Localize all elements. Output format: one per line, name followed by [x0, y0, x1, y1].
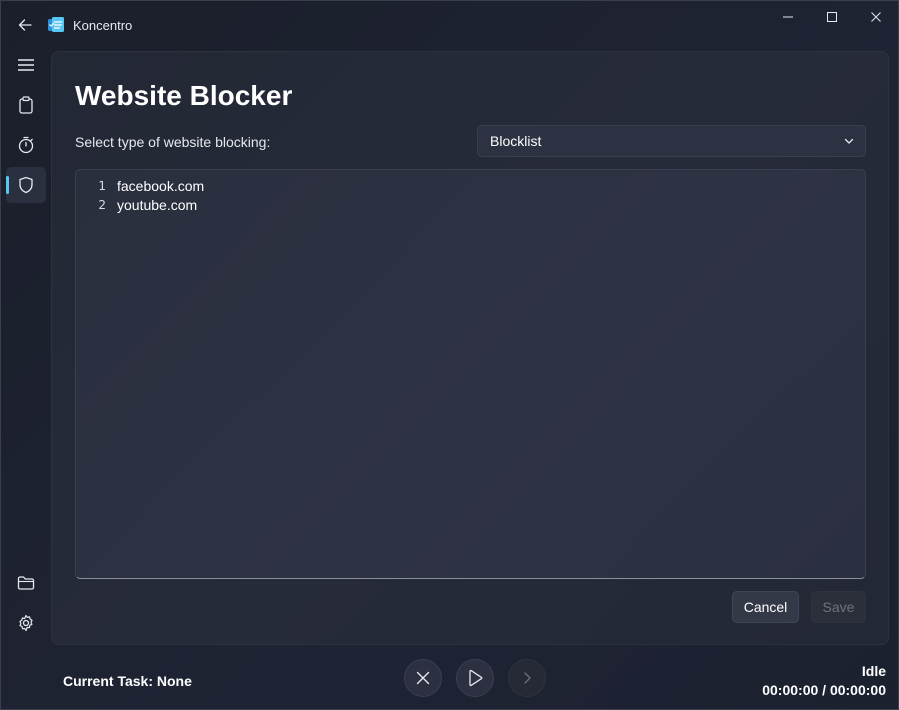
stopwatch-icon [18, 136, 34, 154]
blocking-type-value: Blocklist [490, 133, 542, 149]
line-text: youtube.com [117, 197, 198, 213]
close-icon [416, 671, 430, 685]
nav-menu-button[interactable] [6, 47, 46, 83]
timer-readout: 00:00:00 / 00:00:00 [762, 682, 886, 698]
title-bar: Koncentro [1, 1, 898, 49]
nav-item-workspaces[interactable] [6, 565, 46, 601]
chevron-right-icon [524, 672, 531, 684]
content-card: Website Blocker Select type of website b… [51, 51, 889, 645]
minimize-icon [783, 16, 793, 18]
skip-button[interactable] [508, 659, 546, 697]
play-icon [469, 669, 483, 687]
current-task-label: Current Task: None [63, 673, 192, 689]
nav-item-tasks[interactable] [6, 87, 46, 123]
cancel-button[interactable]: Cancel [732, 591, 799, 623]
maximize-icon [827, 12, 837, 22]
stop-button[interactable] [404, 659, 442, 697]
shield-icon [19, 176, 33, 194]
blocking-type-dropdown[interactable]: Blocklist [477, 125, 866, 157]
nav-item-website-blocker[interactable] [6, 167, 46, 203]
back-button[interactable] [11, 11, 39, 39]
save-button[interactable]: Save [811, 591, 866, 623]
close-button[interactable] [853, 1, 899, 33]
close-icon [871, 12, 881, 22]
play-button[interactable] [456, 659, 494, 697]
nav-item-timer[interactable] [6, 127, 46, 163]
app-logo-icon [48, 17, 64, 32]
page-title: Website Blocker [75, 80, 293, 111]
editor-line: 1 facebook.com [76, 176, 204, 196]
timer-status: Idle [861, 663, 886, 679]
arrow-left-icon [18, 19, 32, 31]
folder-icon [17, 576, 35, 590]
active-indicator [6, 176, 9, 194]
line-text: facebook.com [117, 178, 205, 194]
hamburger-icon [18, 59, 34, 71]
app-title: Koncentro [73, 18, 133, 33]
minimize-button[interactable] [765, 1, 811, 33]
gear-icon [19, 614, 33, 632]
line-number: 1 [98, 179, 106, 193]
editor-line: 2 youtube.com [76, 195, 197, 215]
blocking-type-label: Select type of website blocking: [75, 134, 271, 150]
app-window: Koncentro Website Blocker Select type of… [0, 0, 899, 710]
maximize-button[interactable] [809, 1, 855, 33]
url-list-editor[interactable]: 1 facebook.com 2 youtube.com [75, 169, 866, 579]
line-number: 2 [98, 198, 106, 212]
chevron-down-icon [844, 138, 854, 144]
nav-item-settings[interactable] [6, 605, 46, 641]
clipboard-icon [19, 96, 33, 114]
